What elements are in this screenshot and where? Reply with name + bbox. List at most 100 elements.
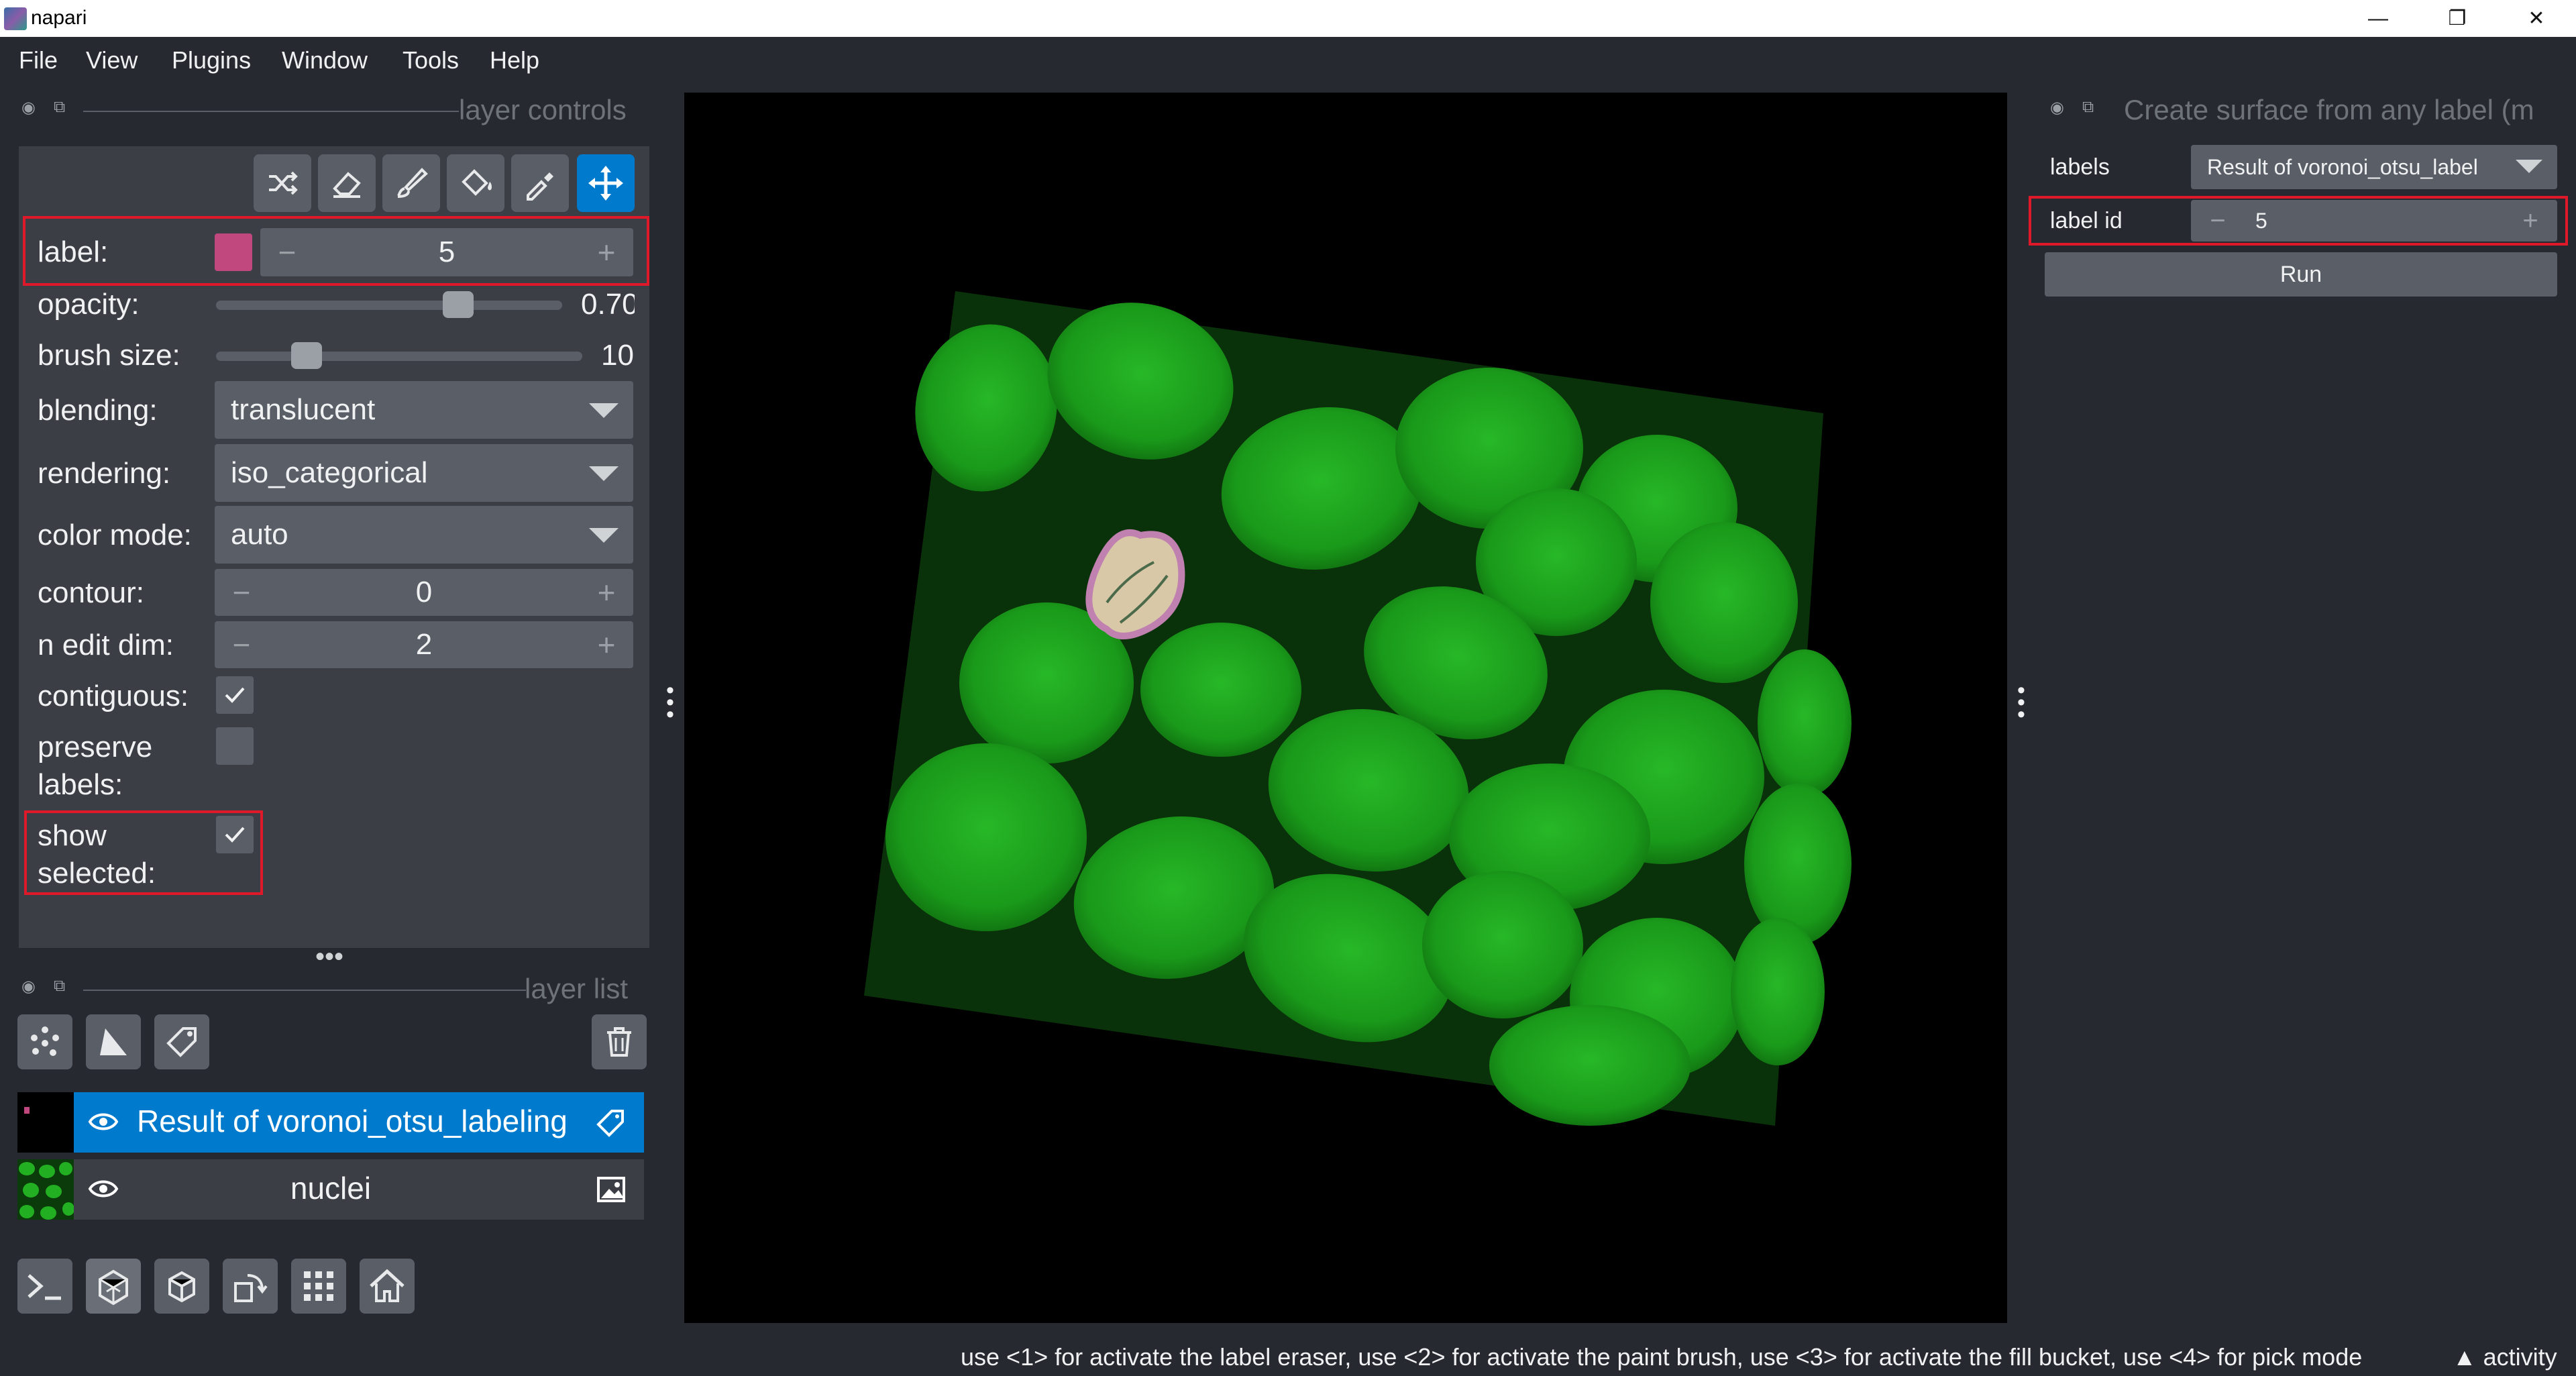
grid-view-button[interactable] — [291, 1259, 346, 1314]
n-edit-dim-value[interactable]: 2 — [416, 628, 432, 661]
contour-caption: contour: — [38, 576, 144, 609]
run-button[interactable]: Run — [2045, 252, 2557, 297]
shapes-icon — [100, 1028, 127, 1055]
chevron-down-icon — [589, 403, 619, 418]
opacity-slider[interactable] — [216, 291, 562, 318]
float-dock-icon[interactable]: ◉ — [21, 98, 36, 117]
title-bar: napari — ❐ ✕ — [0, 0, 2576, 37]
blending-caption: blending: — [38, 394, 158, 427]
viewer-canvas[interactable] — [684, 93, 2007, 1323]
opacity-caption: opacity: — [38, 288, 140, 321]
eye-icon[interactable] — [87, 1108, 119, 1135]
increment-icon[interactable]: + — [586, 569, 627, 616]
preserve-labels-caption-1: preserve — [38, 731, 153, 763]
close-dock-icon[interactable]: ⧉ — [54, 977, 65, 996]
decrement-icon[interactable]: − — [221, 621, 262, 668]
menu-file[interactable]: File — [19, 46, 58, 74]
menu-window[interactable]: Window — [282, 46, 368, 74]
chevron-down-icon — [589, 528, 619, 543]
label-id-highlight-box — [2029, 196, 2568, 246]
float-dock-icon[interactable]: ◉ — [21, 977, 36, 996]
napari-logo-icon — [4, 7, 27, 30]
status-bar: use <1> for activate the label eraser, u… — [0, 1335, 2576, 1376]
close-dock-icon[interactable]: ⧉ — [54, 98, 65, 117]
contour-value[interactable]: 0 — [416, 576, 432, 608]
layer-thumbnail — [17, 1092, 74, 1153]
layer-name[interactable]: Result of voronoi_otsu_labeling — [137, 1103, 568, 1139]
pan-zoom-button[interactable] — [577, 154, 635, 212]
nuclei-image[interactable] — [684, 93, 2007, 1323]
brush-size-caption: brush size: — [38, 339, 180, 372]
n-edit-dim-caption: n edit dim: — [38, 629, 174, 661]
right-dock-splitter-icon[interactable]: • • • — [2017, 679, 2026, 726]
maximize-button[interactable]: ❐ — [2420, 0, 2494, 37]
color-picker-button[interactable] — [511, 154, 569, 212]
layer-row-nuclei[interactable]: nuclei — [17, 1159, 644, 1220]
preserve-labels-checkbox[interactable] — [216, 727, 254, 765]
menu-help[interactable]: Help — [490, 46, 539, 74]
color-mode-caption: color mode: — [38, 519, 192, 551]
contiguous-checkbox[interactable] — [216, 676, 254, 714]
new-points-layer-button[interactable] — [17, 1014, 72, 1069]
fill-bucket-icon — [462, 169, 492, 196]
increment-icon[interactable]: + — [586, 621, 627, 668]
menu-view[interactable]: View — [86, 46, 138, 74]
float-dock-icon[interactable]: ◉ — [2050, 98, 2064, 117]
labels-dropdown-value: Result of voronoi_otsu_label — [2207, 155, 2478, 179]
left-dock-splitter-icon[interactable]: • • • — [665, 679, 675, 726]
fill-bucket-button[interactable] — [447, 154, 504, 212]
n-edit-dim-spinbox[interactable]: − 2 + — [215, 621, 633, 668]
labels-dropdown[interactable]: Result of voronoi_otsu_label — [2191, 145, 2557, 189]
eraser-icon — [333, 172, 361, 198]
paint-brush-icon — [396, 168, 428, 198]
rendering-value: iso_categorical — [231, 456, 428, 489]
chevron-down-icon — [2516, 160, 2542, 173]
shuffle-colors-button[interactable] — [254, 154, 311, 212]
3d-view-icon — [99, 1269, 128, 1306]
layer-row-result[interactable]: Result of voronoi_otsu_labeling — [17, 1092, 644, 1153]
labels-layer-type-icon — [596, 1110, 624, 1137]
new-shapes-layer-button[interactable] — [86, 1014, 141, 1069]
eraser-button[interactable] — [318, 154, 376, 212]
rotate-icon — [234, 1274, 268, 1302]
console-button[interactable] — [17, 1259, 72, 1314]
color-mode-dropdown[interactable]: auto — [215, 506, 633, 564]
activity-label: activity — [2483, 1343, 2557, 1371]
grid-icon — [304, 1271, 333, 1301]
ndisplay-toggle-button[interactable] — [86, 1259, 141, 1314]
minimize-button[interactable]: — — [2341, 0, 2415, 37]
terminal-icon — [28, 1274, 61, 1300]
rendering-caption: rendering: — [38, 457, 171, 490]
delete-layer-button[interactable] — [592, 1014, 647, 1069]
rendering-dropdown[interactable]: iso_categorical — [215, 444, 633, 502]
blending-dropdown[interactable]: translucent — [215, 381, 633, 439]
home-icon — [370, 1269, 405, 1302]
paint-brush-button[interactable] — [382, 154, 440, 212]
decrement-icon[interactable]: − — [221, 569, 262, 616]
image-layer-type-icon — [597, 1177, 625, 1202]
layer-name[interactable]: nuclei — [17, 1170, 644, 1206]
contour-spinbox[interactable]: − 0 + — [215, 569, 633, 616]
close-dock-icon[interactable]: ⧉ — [2082, 98, 2094, 117]
status-message: use <1> for activate the label eraser, u… — [961, 1343, 2363, 1371]
roll-dimensions-button[interactable] — [154, 1259, 209, 1314]
brush-size-slider[interactable] — [216, 342, 582, 369]
menu-plugins[interactable]: Plugins — [172, 46, 251, 74]
transpose-button[interactable] — [223, 1259, 278, 1314]
brush-size-slider-handle[interactable] — [291, 342, 322, 369]
layer-controls-header: ◉ ⧉ layer controls — [19, 94, 644, 127]
splitter-handle-icon[interactable]: ••• — [315, 943, 343, 970]
label-highlight-box — [23, 216, 649, 286]
plugin-title: Create surface from any label (m — [2124, 94, 2534, 125]
close-button[interactable]: ✕ — [2500, 0, 2573, 37]
blending-value: translucent — [231, 393, 376, 426]
opacity-slider-handle[interactable] — [443, 291, 474, 318]
new-labels-layer-button[interactable] — [154, 1014, 209, 1069]
reset-view-button[interactable] — [360, 1259, 415, 1314]
activity-button[interactable]: ▲ activity — [2453, 1343, 2557, 1371]
dock-divider — [83, 990, 526, 991]
chevron-down-icon — [589, 466, 619, 481]
layer-list-header: ◉ ⧉ layer list — [19, 973, 644, 1006]
menu-tools[interactable]: Tools — [402, 46, 459, 74]
trash-icon — [607, 1027, 631, 1057]
